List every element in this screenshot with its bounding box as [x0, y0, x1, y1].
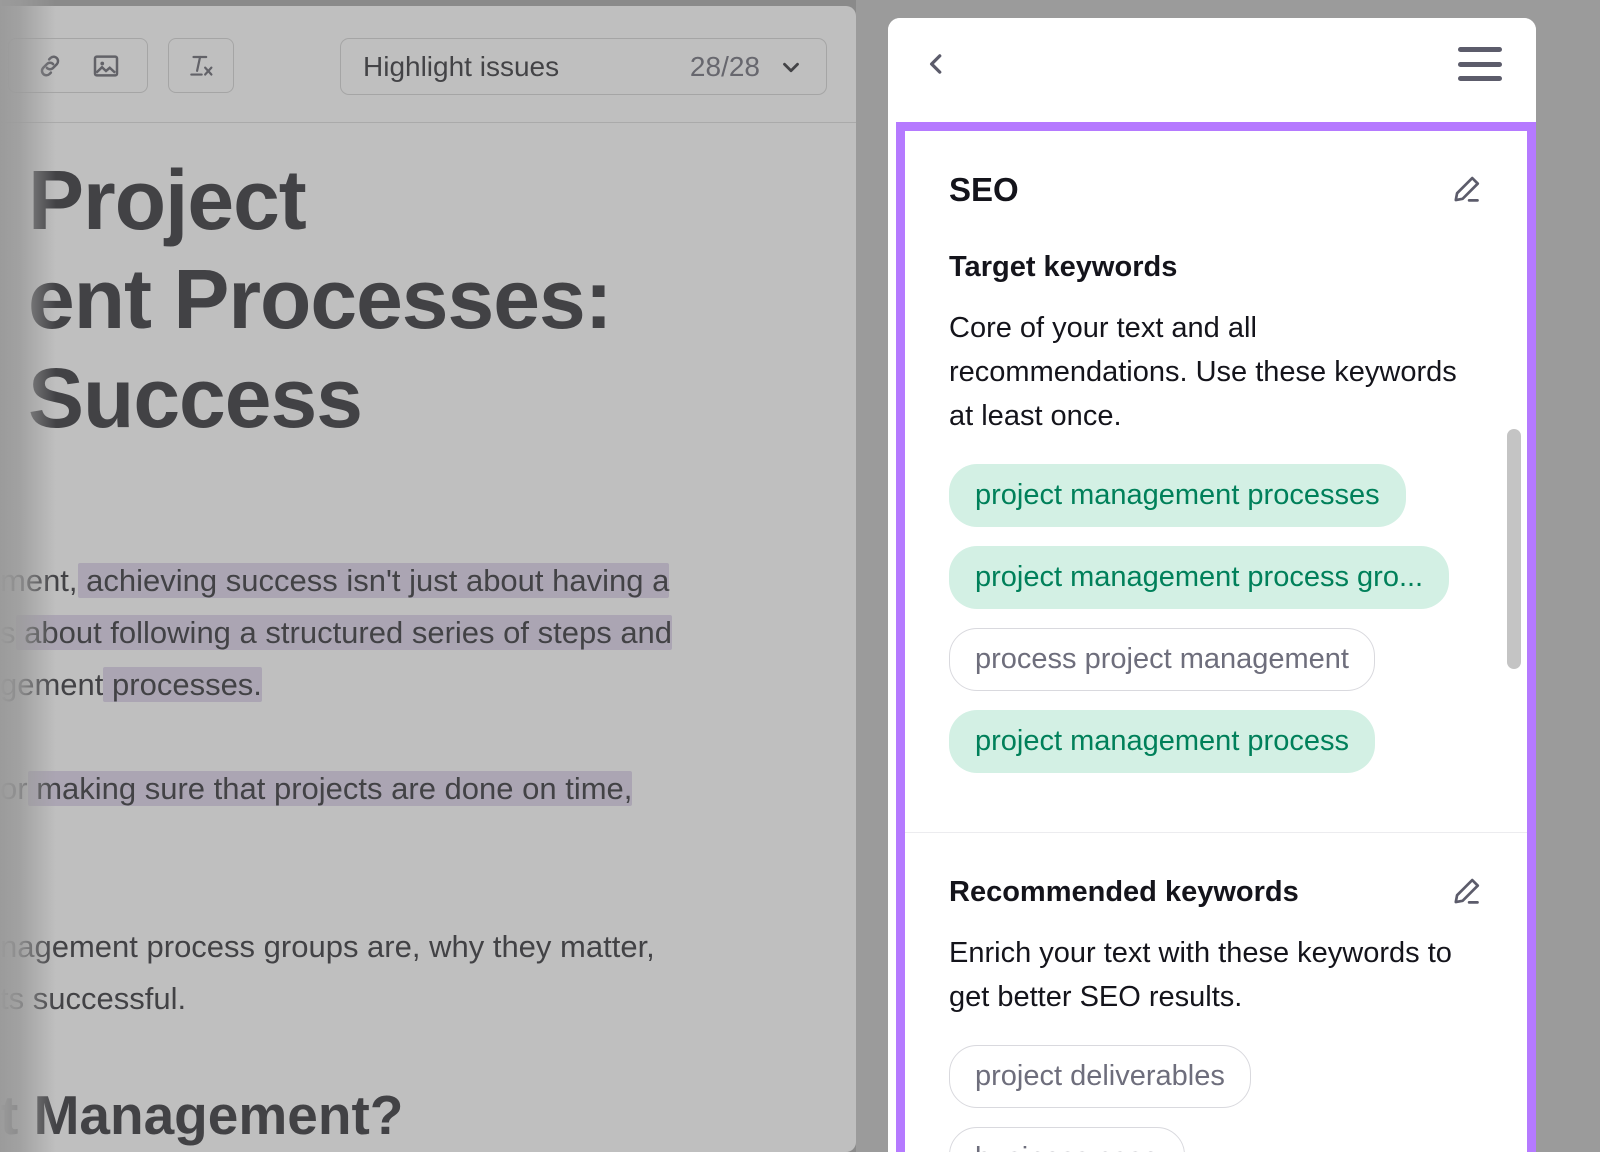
highlight-issues-count: 28/28: [690, 51, 760, 83]
seo-title-row: SEO: [949, 131, 1483, 209]
seo-panel-topbar: [888, 18, 1536, 110]
seo-scrollbar-track[interactable]: [1510, 131, 1524, 1152]
document-paragraph: ment, achieving success isn't just about…: [0, 555, 856, 711]
document-paragraph: or making sure that projects are done on…: [0, 763, 856, 815]
document-title-line: Project: [28, 151, 848, 250]
target-keywords-list: project management processes project man…: [949, 464, 1483, 792]
recommended-keywords-section: Recommended keywords Enrich your text wi…: [905, 875, 1527, 1152]
paragraph-text-highlighted: achieving success isn't just about havin…: [78, 563, 670, 598]
image-icon[interactable]: [91, 51, 121, 81]
recommended-keywords-heading-row: Recommended keywords: [949, 875, 1483, 909]
recommended-keywords-description: Enrich your text with these keywords to …: [949, 931, 1483, 1019]
keyword-pill[interactable]: project deliverables: [949, 1045, 1251, 1108]
paragraph-text-plain: ment,: [0, 563, 78, 598]
seo-panel: SEO Target keywords Core of your text an…: [888, 18, 1536, 1152]
clear-format-tool-group: [168, 38, 234, 93]
target-keywords-heading: Target keywords: [949, 251, 1177, 284]
seo-header-section: SEO Target keywords Core of your text an…: [905, 131, 1527, 792]
pencil-edit-icon[interactable]: [1449, 173, 1483, 207]
clear-formatting-icon[interactable]: [186, 51, 216, 81]
seo-content-scroll-area[interactable]: SEO Target keywords Core of your text an…: [905, 131, 1527, 1152]
paragraph-text-plain: successful.: [24, 981, 186, 1016]
paragraph-text-plain: ts: [0, 981, 24, 1016]
link-icon[interactable]: [35, 51, 65, 81]
editor-pane: Highlight issues 28/28 Project ent Proce…: [0, 0, 856, 1152]
paragraph-text-highlighted: processes.: [103, 667, 262, 702]
document-paragraph: nagement process groups are, why they ma…: [0, 921, 856, 1025]
highlight-issues-dropdown[interactable]: Highlight issues 28/28: [340, 38, 827, 95]
chevron-down-icon: [778, 54, 804, 80]
seo-scrollbar-thumb[interactable]: [1507, 429, 1521, 669]
recommended-keywords-heading: Recommended keywords: [949, 876, 1299, 909]
paragraph-text-plain: or: [0, 771, 28, 806]
paragraph-text-plain: nagement: [0, 929, 138, 964]
seo-panel-title: SEO: [949, 171, 1019, 209]
menu-line: [1458, 76, 1502, 81]
highlight-issues-label: Highlight issues: [363, 51, 690, 83]
editor-toolbar: Highlight issues 28/28: [0, 6, 856, 123]
pencil-edit-icon[interactable]: [1449, 875, 1483, 909]
paragraph-text-plain: process groups are, why they matter,: [138, 929, 655, 964]
hamburger-menu-icon[interactable]: [1458, 44, 1502, 84]
seo-content-card: SEO Target keywords Core of your text an…: [896, 122, 1536, 1152]
target-keywords-description: Core of your text and all recommendation…: [949, 306, 1483, 438]
chevron-left-icon[interactable]: [914, 42, 958, 86]
menu-line: [1458, 62, 1502, 67]
section-divider: [905, 832, 1527, 833]
document-title-line: Success: [28, 349, 848, 448]
editor-sheet: Highlight issues 28/28 Project ent Proce…: [0, 6, 856, 1152]
target-keywords-heading-row: Target keywords: [949, 251, 1483, 284]
recommended-keywords-list: project deliverables business case: [949, 1045, 1483, 1152]
keyword-pill[interactable]: business case: [949, 1127, 1185, 1152]
paragraph-text-plain: s: [0, 615, 16, 650]
paragraph-text-plain: gement: [0, 667, 103, 702]
paragraph-text-highlighted: about following a structured series of s…: [16, 615, 673, 650]
document-title: Project ent Processes: Success: [28, 151, 848, 448]
insert-tool-group: [8, 38, 148, 93]
keyword-pill[interactable]: process project management: [949, 628, 1375, 691]
paragraph-text-highlighted: making sure that projects are done on ti…: [28, 771, 633, 806]
menu-line: [1458, 47, 1502, 52]
keyword-pill[interactable]: project management process gro...: [949, 546, 1449, 609]
keyword-pill[interactable]: project management processes: [949, 464, 1406, 527]
keyword-pill[interactable]: project management process: [949, 710, 1375, 773]
document-title-line: ent Processes:: [28, 250, 848, 349]
document-subheading: t Management?: [0, 1083, 856, 1147]
